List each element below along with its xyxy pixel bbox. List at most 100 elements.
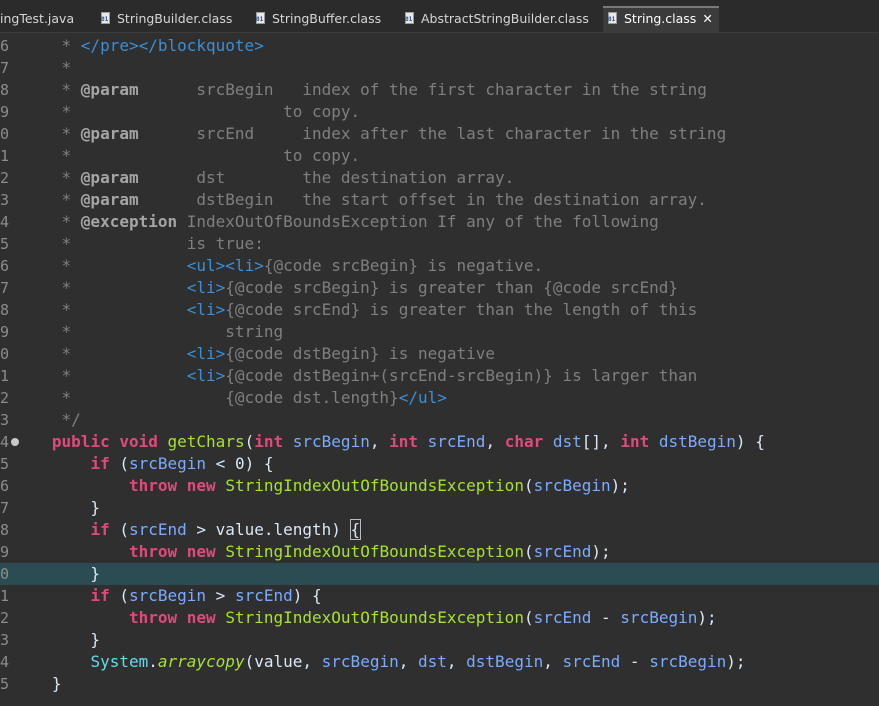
code-line[interactable]: 5 * is true: [0, 233, 879, 255]
tab-label: StringBuffer.class [272, 11, 382, 26]
code-text: * [23, 57, 72, 79]
code-token: {@code srcBegin} is greater than {@code … [225, 278, 679, 297]
code-token: value [215, 520, 264, 539]
line-number: 0 [0, 345, 10, 363]
code-token: dstBegin [658, 432, 736, 451]
code-token: {@code dstBegin} is negative [225, 344, 496, 363]
code-token: if [90, 586, 110, 605]
line-number: 7 [0, 59, 10, 77]
code-token: srcBegin [321, 652, 399, 671]
line-number: 5 [0, 675, 10, 693]
code-text: if (srcBegin < 0) { [23, 453, 273, 475]
code-token: ) { [292, 586, 322, 605]
line-number: 3 [0, 191, 10, 209]
fold-marker-icon[interactable] [11, 438, 19, 446]
code-line[interactable]: 7 * <li>{@code srcBegin} is greater than… [0, 277, 879, 299]
line-number: 8 [0, 521, 10, 539]
code-token: , [485, 432, 505, 451]
code-token: } [23, 498, 101, 517]
code-line[interactable]: 5 if (srcBegin < 0) { [0, 453, 879, 475]
line-number: 3 [0, 411, 10, 429]
code-line[interactable]: 1 if (srcBegin > srcEnd) { [0, 585, 879, 607]
code-token: * [23, 36, 81, 55]
class-file-icon [607, 12, 618, 25]
tab-label: StringBuilder.class [117, 11, 233, 26]
line-number: 8 [0, 81, 10, 99]
code-token: * [23, 58, 72, 77]
code-token: void [119, 432, 158, 451]
line-number: 9 [0, 323, 10, 341]
editor-tab-bar: ingTest.java StringBuilder.class StringB… [0, 0, 879, 33]
code-line[interactable]: 8 * @param srcBegin index of the first c… [0, 79, 879, 101]
code-token: * [23, 366, 187, 385]
code-text: * <li>{@code srcEnd} is greater than the… [23, 299, 698, 321]
code-line[interactable]: 9 throw new StringIndexOutOfBoundsExcept… [0, 541, 879, 563]
code-text: throw new StringIndexOutOfBoundsExceptio… [23, 541, 611, 563]
code-line[interactable]: 1 * <li>{@code dstBegin+(srcEnd-srcBegin… [0, 365, 879, 387]
code-token: srcEnd [562, 652, 621, 671]
code-line[interactable]: 8 * <li>{@code srcEnd} is greater than t… [0, 299, 879, 321]
code-line[interactable]: 5 } [0, 673, 879, 695]
code-token: } [23, 674, 62, 693]
code-line[interactable]: 8 if (srcEnd > value.length) { [0, 519, 879, 541]
code-line[interactable]: 2 * @param dst the destination array. [0, 167, 879, 189]
code-line[interactable]: 9 * to copy. [0, 101, 879, 123]
code-token: * [23, 190, 81, 209]
code-line[interactable]: 4 public void getChars(int srcBegin, int… [0, 431, 879, 453]
code-line[interactable]: 2 throw new StringIndexOutOfBoundsExcept… [0, 607, 879, 629]
code-line[interactable]: 3 } [0, 629, 879, 651]
code-text: * to copy. [23, 145, 361, 167]
code-text: * {@code dst.length}</ul> [23, 387, 447, 409]
code-line[interactable]: 7 } [0, 497, 879, 519]
code-line[interactable]: 6 * </pre></blockquote> [0, 35, 879, 57]
code-token: * [23, 278, 187, 297]
code-line[interactable]: 6 * <ul><li>{@code srcBegin} is negative… [0, 255, 879, 277]
code-token: > [186, 520, 216, 539]
code-token: * [23, 344, 187, 363]
code-line[interactable]: 0 } [0, 563, 879, 585]
line-number: 9 [0, 103, 10, 121]
code-token: int [620, 432, 650, 451]
code-line[interactable]: 3 * @param dstBegin the start offset in … [0, 189, 879, 211]
code-token: <li> [186, 278, 226, 297]
line-number: 3 [0, 631, 10, 649]
code-token: > [206, 586, 235, 605]
code-token: * [23, 212, 81, 231]
code-token: int [389, 432, 418, 451]
code-token: dst [417, 652, 447, 671]
close-tab-icon[interactable]: ✕ [702, 11, 712, 26]
code-token: 0 [234, 454, 245, 473]
code-editor[interactable]: 6 * </pre></blockquote> 7 * 8 * @param src… [0, 34, 879, 706]
code-line[interactable]: 1 * to copy. [0, 145, 879, 167]
code-line[interactable]: 9 * string [0, 321, 879, 343]
tab-stringbuffer-class[interactable]: StringBuffer.class [255, 6, 381, 32]
code-token: srcEnd [427, 432, 486, 451]
code-line[interactable]: 0 * @param srcEnd index after the last c… [0, 123, 879, 145]
tab-stringbuilder-class[interactable]: StringBuilder.class [100, 6, 232, 32]
line-number: 1 [0, 367, 10, 385]
code-line[interactable]: 4 System.arraycopy(value, srcBegin, dst,… [0, 651, 879, 673]
code-token: * is true: [23, 234, 264, 253]
tab-abstractstringbuilder-class[interactable]: AbstractStringBuilder.class [404, 6, 589, 32]
code-line[interactable]: 3 */ [0, 409, 879, 431]
code-line[interactable]: 2 * {@code dst.length}</ul> [0, 387, 879, 409]
code-token: srcBegin [533, 476, 611, 495]
code-line[interactable]: 4 * @exception IndexOutOfBoundsException… [0, 211, 879, 233]
code-line[interactable]: 6 throw new StringIndexOutOfBoundsExcept… [0, 475, 879, 497]
code-line[interactable]: 7 * [0, 57, 879, 79]
line-number: 2 [0, 169, 10, 187]
tab-string-class[interactable]: String.class ✕ [603, 6, 719, 32]
code-line[interactable]: 0 * <li>{@code dstBegin} is negative [0, 343, 879, 365]
tab-string-test-java[interactable]: ingTest.java [0, 6, 74, 32]
code-text: * </pre></blockquote> [23, 35, 264, 57]
